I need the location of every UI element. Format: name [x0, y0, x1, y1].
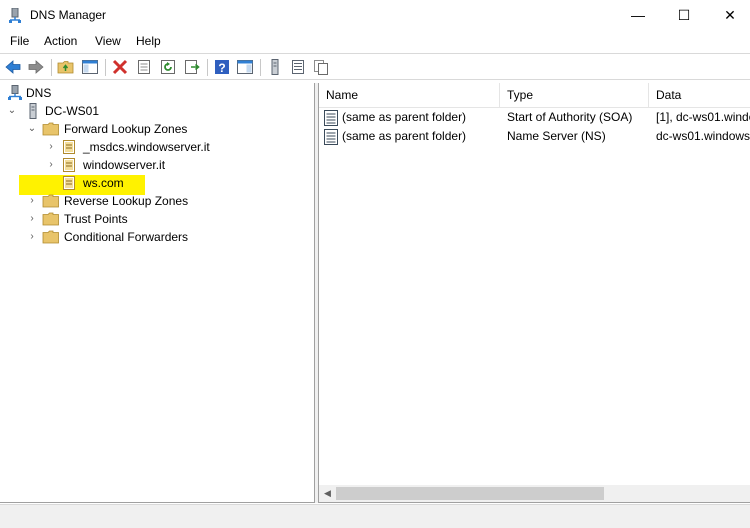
- copy-icon[interactable]: [312, 58, 330, 76]
- tree-label-conditional-forwarders: Conditional Forwarders: [64, 230, 189, 244]
- chevron-right-icon[interactable]: ›: [27, 195, 37, 207]
- dns-manager-app-icon: [9, 8, 21, 23]
- tree-label-reverse-lookup-zones: Reverse Lookup Zones: [64, 194, 189, 208]
- chevron-right-icon[interactable]: ›: [27, 231, 37, 243]
- toolbar-separator: [207, 59, 208, 76]
- tree-label-zone-ws-com: ws.com: [83, 176, 124, 190]
- title-bar: DNS Manager — ☐ ✕: [0, 0, 750, 31]
- column-header-data[interactable]: Data: [649, 83, 750, 108]
- cell-name: (same as parent folder): [342, 110, 467, 124]
- folder-icon: [42, 194, 59, 208]
- tree-item-reverse-lookup-zones[interactable]: › Reverse Lookup Zones: [0, 193, 300, 211]
- tree-item-zone-ws-com[interactable]: ws.com: [0, 175, 300, 193]
- record-icon: [324, 110, 338, 126]
- status-bar: [0, 504, 750, 528]
- tree-item-zone-windowserver[interactable]: › windowserver.it: [0, 157, 300, 175]
- scrollbar-thumb[interactable]: [336, 487, 604, 500]
- zone-icon: [63, 158, 75, 172]
- menu-view[interactable]: View: [95, 34, 121, 48]
- list-icon[interactable]: [289, 58, 307, 76]
- show-hide-console-tree-icon[interactable]: [81, 58, 99, 76]
- show-action-pane-icon[interactable]: [236, 58, 254, 76]
- tree-item-conditional-forwarders[interactable]: › Conditional Forwarders: [0, 229, 300, 247]
- server-icon[interactable]: [266, 58, 284, 76]
- help-icon[interactable]: ?: [213, 58, 231, 76]
- maximize-button[interactable]: ☐: [661, 0, 707, 31]
- cell-type: Name Server (NS): [507, 129, 606, 143]
- tree-item-zone-msdcs[interactable]: › _msdcs.windowserver.it: [0, 139, 300, 157]
- cell-type: Start of Authority (SOA): [507, 110, 633, 124]
- window-title: DNS Manager: [30, 8, 107, 22]
- zone-icon: [63, 140, 75, 154]
- tree-label-server: DC-WS01: [45, 104, 100, 118]
- delete-icon[interactable]: [111, 58, 129, 76]
- menu-bar: File Action View Help: [0, 31, 750, 52]
- toolbar-separator: [105, 59, 106, 76]
- zone-icon: [63, 176, 75, 190]
- tree-label-trust-points: Trust Points: [64, 212, 128, 226]
- menu-file[interactable]: File: [10, 34, 29, 48]
- minimize-button[interactable]: —: [615, 0, 661, 31]
- up-folder-icon[interactable]: [57, 58, 75, 76]
- cell-data: dc-ws01.windows: [656, 129, 750, 143]
- tree-label-dns: DNS: [26, 86, 52, 100]
- folder-icon: [42, 230, 59, 244]
- properties-icon[interactable]: [135, 58, 153, 76]
- svg-text:?: ?: [218, 61, 225, 75]
- cell-data: [1], dc-ws01.windo: [656, 110, 750, 124]
- menu-help[interactable]: Help: [136, 34, 161, 48]
- record-icon: [324, 129, 338, 145]
- toolbar-separator: [260, 59, 261, 76]
- forward-arrow-icon[interactable]: [27, 58, 45, 76]
- tree-item-dns[interactable]: DNS: [0, 85, 300, 103]
- list-row[interactable]: (same as parent folder) Start of Authori…: [319, 109, 750, 128]
- chevron-down-icon[interactable]: ⌄: [7, 105, 17, 117]
- tree-item-trust-points[interactable]: › Trust Points: [0, 211, 300, 229]
- tree-label-forward-lookup-zones: Forward Lookup Zones: [64, 122, 188, 136]
- cell-name: (same as parent folder): [342, 129, 467, 143]
- close-button[interactable]: ✕: [707, 0, 750, 31]
- back-arrow-icon[interactable]: [4, 58, 22, 76]
- console-tree-pane: DNS ⌄ DC-WS01 ⌄ Forward Lookup Zones › _…: [0, 83, 315, 503]
- chevron-right-icon[interactable]: ›: [46, 159, 56, 171]
- scroll-left-icon[interactable]: ◀: [319, 485, 336, 502]
- toolbar-separator: [51, 59, 52, 76]
- chevron-right-icon[interactable]: ›: [27, 213, 37, 225]
- folder-icon: [42, 122, 59, 136]
- tree-item-forward-lookup-zones[interactable]: ⌄ Forward Lookup Zones: [0, 121, 300, 139]
- column-header-name[interactable]: Name: [319, 83, 500, 108]
- details-pane: Name Type Data (same as parent folder) S…: [318, 83, 750, 503]
- refresh-icon[interactable]: [159, 58, 177, 76]
- chevron-right-icon[interactable]: ›: [46, 141, 56, 153]
- tree-label-zone-windowserver: windowserver.it: [83, 158, 166, 172]
- chevron-down-icon[interactable]: ⌄: [27, 123, 37, 135]
- export-list-icon[interactable]: [183, 58, 201, 76]
- list-row[interactable]: (same as parent folder) Name Server (NS)…: [319, 128, 750, 147]
- toolbar: ?: [0, 53, 750, 80]
- server-icon: [29, 103, 37, 119]
- tree-label-zone-msdcs: _msdcs.windowserver.it: [83, 140, 210, 154]
- menu-action[interactable]: Action: [44, 34, 77, 48]
- dns-icon: [8, 85, 22, 100]
- horizontal-scrollbar[interactable]: ◀: [319, 485, 750, 502]
- folder-icon: [42, 212, 59, 226]
- column-header-type[interactable]: Type: [500, 83, 649, 108]
- list-header: Name Type Data: [319, 83, 750, 108]
- tree-item-server[interactable]: ⌄ DC-WS01: [0, 103, 300, 121]
